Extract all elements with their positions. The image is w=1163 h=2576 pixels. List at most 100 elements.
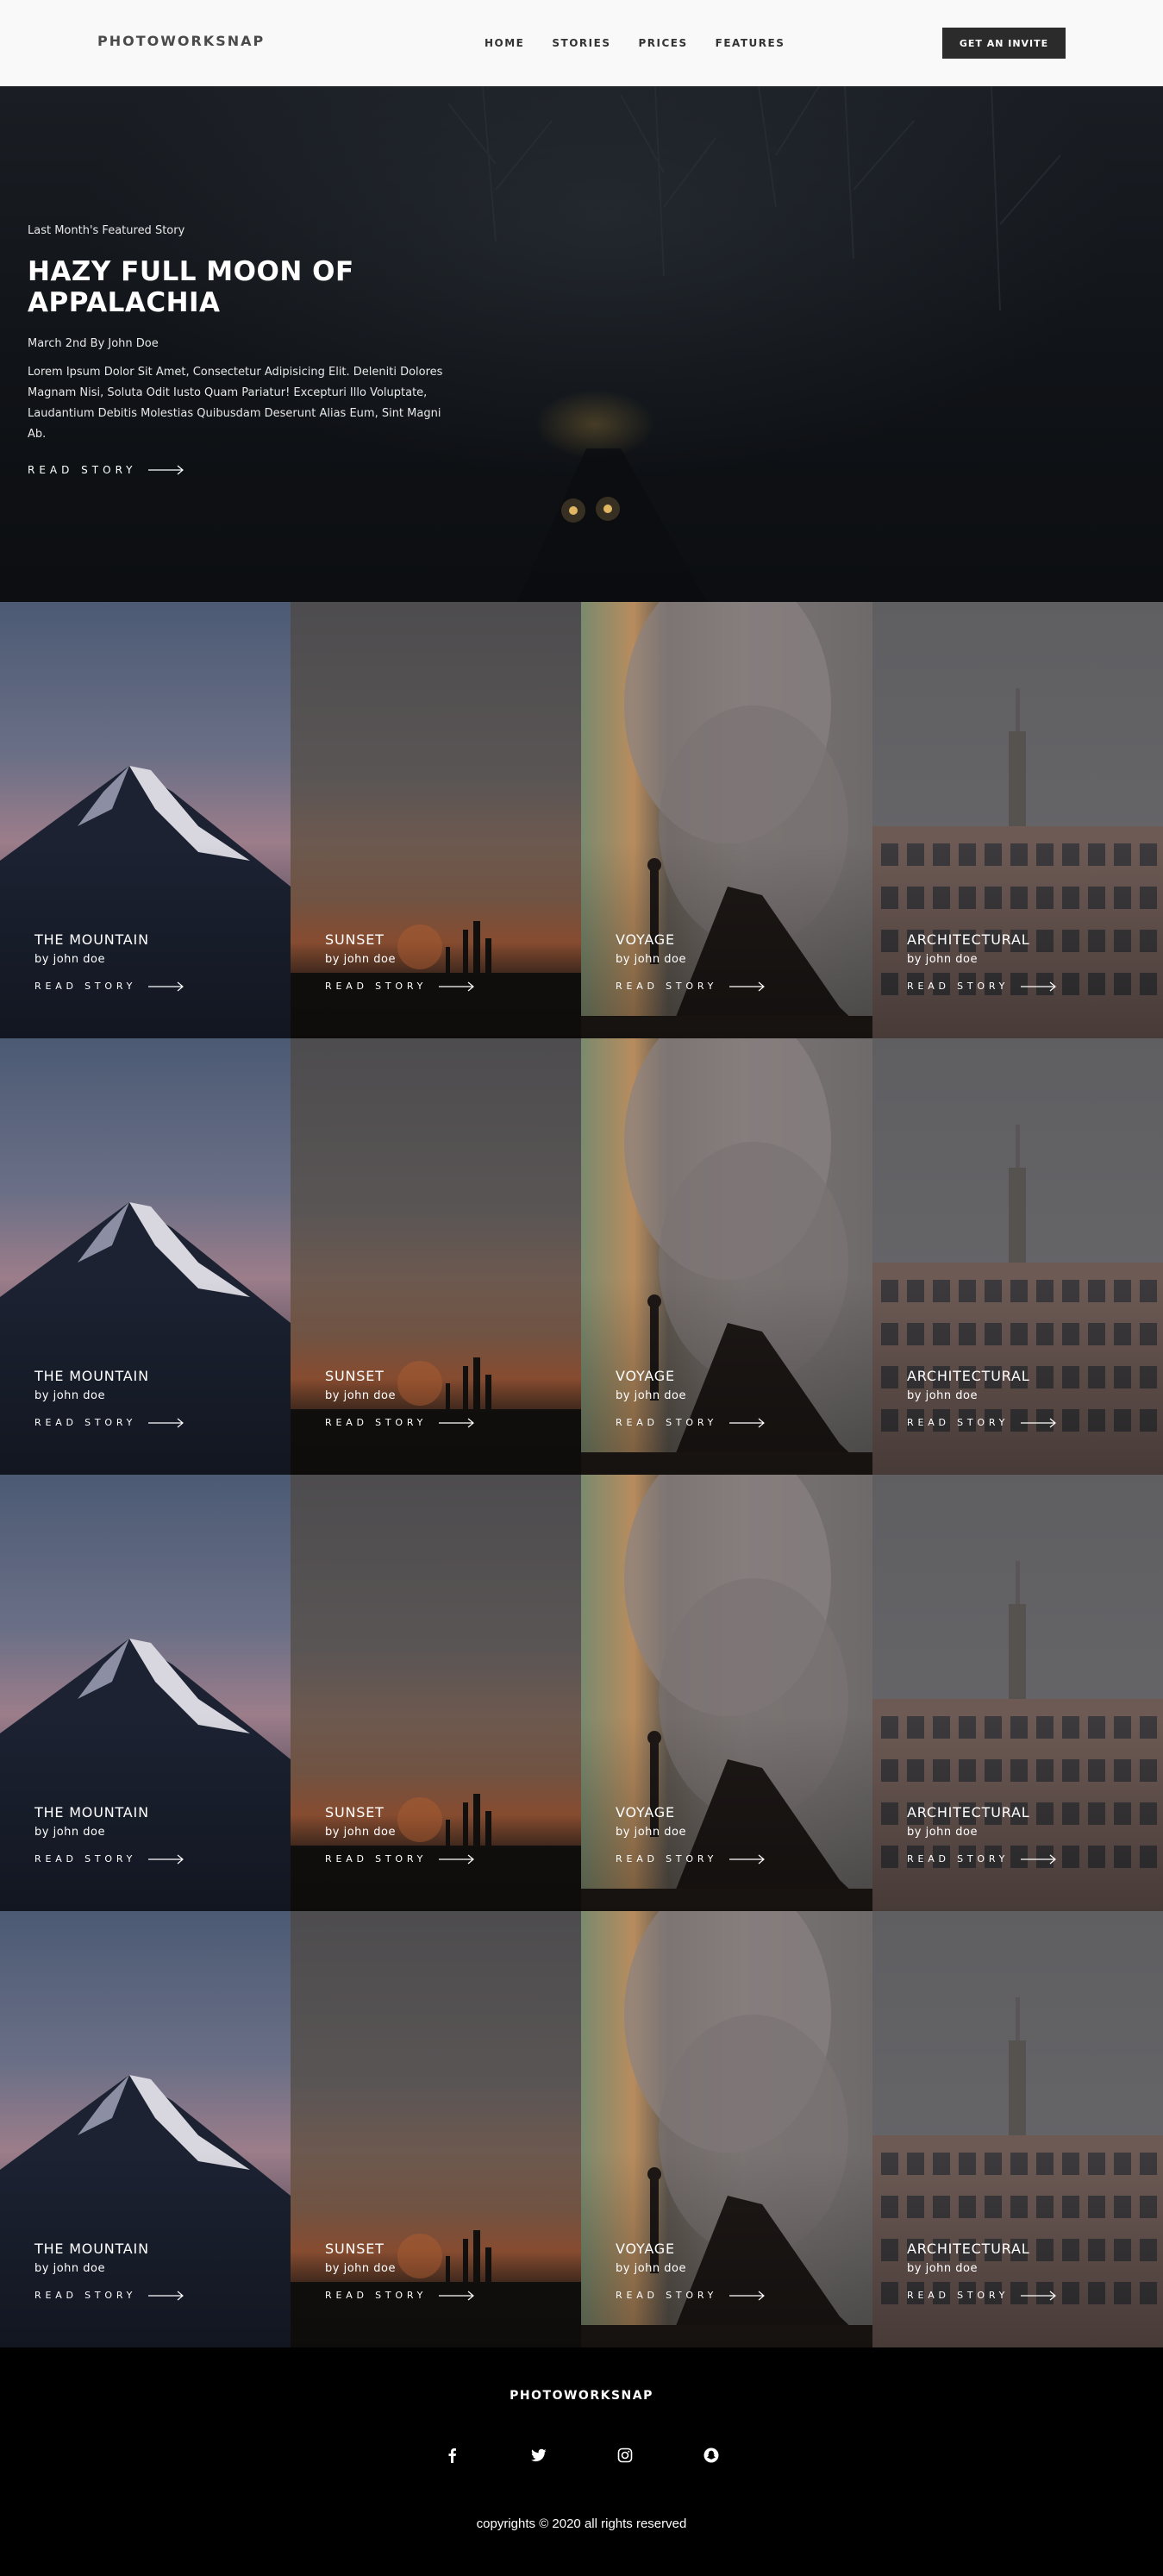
story-card-read-link[interactable]: READ STORY bbox=[34, 2290, 184, 2301]
story-card-read-link[interactable]: READ STORY bbox=[325, 1853, 475, 1865]
story-card-architectural[interactable]: ARCHITECTURAL by john doe READ STORY bbox=[872, 1911, 1163, 2347]
story-card-title: SUNSET bbox=[325, 2241, 385, 2257]
site-header: PHOTOWORKSNAP HOME STORIES PRICES FEATUR… bbox=[0, 0, 1163, 86]
story-card-architectural[interactable]: ARCHITECTURAL by john doe READ STORY bbox=[872, 602, 1163, 1038]
arrow-right-icon bbox=[439, 1854, 475, 1864]
read-story-label: READ STORY bbox=[325, 1853, 428, 1865]
story-card-author: by john doe bbox=[616, 1389, 686, 1402]
arrow-right-icon bbox=[1021, 981, 1057, 991]
read-story-label: READ STORY bbox=[907, 1853, 1010, 1865]
story-card-info: ARCHITECTURAL by john doe READ STORY bbox=[907, 2241, 1057, 2301]
read-story-label: READ STORY bbox=[34, 981, 137, 992]
story-card-title: SUNSET bbox=[325, 1804, 385, 1821]
read-story-label: READ STORY bbox=[325, 1417, 428, 1428]
story-card-info: SUNSET by john doe READ STORY bbox=[325, 1804, 475, 1865]
arrow-right-icon bbox=[729, 981, 766, 991]
arrow-right-icon bbox=[1021, 2291, 1057, 2300]
nav-prices[interactable]: PRICES bbox=[638, 37, 687, 49]
instagram-icon[interactable] bbox=[617, 2448, 633, 2463]
story-card-read-link[interactable]: READ STORY bbox=[325, 1417, 475, 1428]
read-story-label: READ STORY bbox=[907, 2290, 1010, 2301]
story-card-read-link[interactable]: READ STORY bbox=[616, 1417, 766, 1428]
story-card-read-link[interactable]: READ STORY bbox=[907, 981, 1057, 992]
facebook-icon[interactable] bbox=[445, 2448, 460, 2463]
story-card-voyage[interactable]: VOYAGE by john doe READ STORY bbox=[581, 1475, 872, 1911]
social-links bbox=[445, 2448, 719, 2463]
read-story-label: READ STORY bbox=[907, 1417, 1010, 1428]
story-card-read-link[interactable]: READ STORY bbox=[34, 1853, 184, 1865]
hero-date-author: March 2nd By John Doe bbox=[28, 337, 159, 350]
story-card-info: ARCHITECTURAL by john doe READ STORY bbox=[907, 931, 1057, 992]
story-card-sunset[interactable]: SUNSET by john doe READ STORY bbox=[291, 1911, 581, 2347]
story-card-title: THE MOUNTAIN bbox=[34, 2241, 149, 2257]
story-card-read-link[interactable]: READ STORY bbox=[34, 1417, 184, 1428]
nav-stories[interactable]: STORIES bbox=[552, 37, 610, 49]
story-card-title: VOYAGE bbox=[616, 1804, 675, 1821]
hero-content: Last Month's Featured Story HAZY FULL MO… bbox=[28, 224, 476, 476]
read-story-label: READ STORY bbox=[325, 2290, 428, 2301]
footer-logo[interactable]: PHOTOWORKSNAP bbox=[0, 2389, 1163, 2403]
story-card-read-link[interactable]: READ STORY bbox=[616, 2290, 766, 2301]
story-card-read-link[interactable]: READ STORY bbox=[325, 981, 475, 992]
story-card-read-link[interactable]: READ STORY bbox=[616, 1853, 766, 1865]
read-story-label: READ STORY bbox=[34, 2290, 137, 2301]
story-card-read-link[interactable]: READ STORY bbox=[616, 981, 766, 992]
story-card-author: by john doe bbox=[907, 1826, 978, 1839]
story-card-voyage[interactable]: VOYAGE by john doe READ STORY bbox=[581, 1038, 872, 1475]
copyright-text: copyrights © 2020 all rights reserved bbox=[476, 2516, 687, 2531]
story-card-mountain[interactable]: THE MOUNTAIN by john doe READ STORY bbox=[0, 1038, 291, 1475]
story-card-title: ARCHITECTURAL bbox=[907, 931, 1030, 948]
story-card-author: by john doe bbox=[325, 1389, 396, 1402]
site-logo[interactable]: PHOTOWORKSNAP bbox=[97, 33, 265, 49]
story-card-architectural[interactable]: ARCHITECTURAL by john doe READ STORY bbox=[872, 1038, 1163, 1475]
twitter-icon[interactable] bbox=[531, 2448, 547, 2463]
story-card-title: VOYAGE bbox=[616, 1368, 675, 1384]
story-card-title: VOYAGE bbox=[616, 931, 675, 948]
hero-description: Lorem Ipsum Dolor Sit Amet, Consectetur … bbox=[28, 366, 443, 441]
story-card-info: SUNSET by john doe READ STORY bbox=[325, 1368, 475, 1428]
story-card-sunset[interactable]: SUNSET by john doe READ STORY bbox=[291, 602, 581, 1038]
arrow-right-icon bbox=[729, 1418, 766, 1427]
story-card-info: SUNSET by john doe READ STORY bbox=[325, 2241, 475, 2301]
read-story-label: READ STORY bbox=[34, 1417, 137, 1428]
site-footer: PHOTOWORKSNAP copyrights © 2020 all righ… bbox=[0, 2347, 1163, 2576]
story-card-author: by john doe bbox=[325, 2262, 396, 2275]
story-card-sunset[interactable]: SUNSET by john doe READ STORY bbox=[291, 1038, 581, 1475]
story-card-author: by john doe bbox=[616, 953, 686, 966]
story-card-voyage[interactable]: VOYAGE by john doe READ STORY bbox=[581, 602, 872, 1038]
story-card-info: SUNSET by john doe READ STORY bbox=[325, 931, 475, 992]
arrow-right-icon bbox=[148, 2291, 184, 2300]
story-card-architectural[interactable]: ARCHITECTURAL by john doe READ STORY bbox=[872, 1475, 1163, 1911]
hero-read-story-link[interactable]: READ STORY bbox=[28, 464, 476, 476]
story-card-read-link[interactable]: READ STORY bbox=[34, 981, 184, 992]
story-card-info: VOYAGE by john doe READ STORY bbox=[616, 931, 766, 992]
story-card-read-link[interactable]: READ STORY bbox=[907, 1417, 1057, 1428]
read-story-label: READ STORY bbox=[325, 981, 428, 992]
read-story-label: READ STORY bbox=[34, 1853, 137, 1865]
story-card-title: VOYAGE bbox=[616, 2241, 675, 2257]
story-card-read-link[interactable]: READ STORY bbox=[325, 2290, 475, 2301]
arrow-right-icon bbox=[148, 981, 184, 991]
story-card-mountain[interactable]: THE MOUNTAIN by john doe READ STORY bbox=[0, 1475, 291, 1911]
arrow-right-icon bbox=[1021, 1418, 1057, 1427]
story-card-mountain[interactable]: THE MOUNTAIN by john doe READ STORY bbox=[0, 1911, 291, 2347]
arrow-right-icon bbox=[148, 465, 184, 475]
read-story-label: READ STORY bbox=[616, 1417, 718, 1428]
story-card-mountain[interactable]: THE MOUNTAIN by john doe READ STORY bbox=[0, 602, 291, 1038]
story-card-read-link[interactable]: READ STORY bbox=[907, 2290, 1057, 2301]
story-card-info: THE MOUNTAIN by john doe READ STORY bbox=[34, 1368, 184, 1428]
hero-title: HAZY FULL MOON OF APPALACHIA bbox=[28, 256, 354, 318]
nav-features[interactable]: FEATURES bbox=[716, 37, 785, 49]
nav-home[interactable]: HOME bbox=[485, 37, 524, 49]
story-card-sunset[interactable]: SUNSET by john doe READ STORY bbox=[291, 1475, 581, 1911]
story-card-info: ARCHITECTURAL by john doe READ STORY bbox=[907, 1368, 1057, 1428]
arrow-right-icon bbox=[729, 2291, 766, 2300]
story-card-title: SUNSET bbox=[325, 1368, 385, 1384]
get-invite-button[interactable]: GET AN INVITE bbox=[942, 28, 1066, 59]
story-card-read-link[interactable]: READ STORY bbox=[907, 1853, 1057, 1865]
snapchat-icon[interactable] bbox=[703, 2448, 719, 2463]
arrow-right-icon bbox=[729, 1854, 766, 1864]
story-card-info: VOYAGE by john doe READ STORY bbox=[616, 1368, 766, 1428]
story-card-author: by john doe bbox=[325, 1826, 396, 1839]
story-card-voyage[interactable]: VOYAGE by john doe READ STORY bbox=[581, 1911, 872, 2347]
